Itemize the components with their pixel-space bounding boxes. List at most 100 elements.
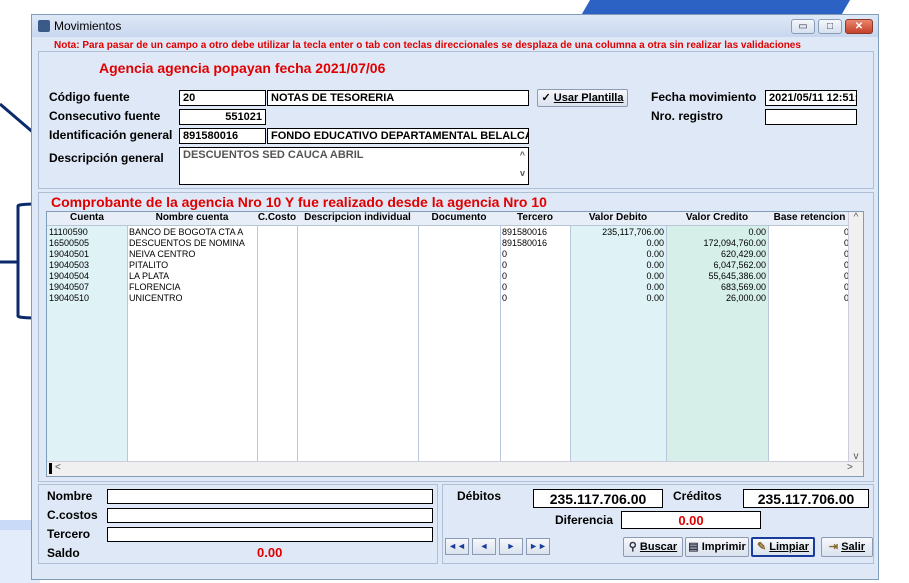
cell-valor-credito[interactable]: 55,645,386.00 [668, 271, 766, 282]
maximize-button[interactable]: □ [818, 19, 842, 34]
header-base-retencion[interactable]: Base retencion [768, 212, 851, 226]
cell-valor-credito[interactable]: 683,569.00 [668, 282, 766, 293]
cell-valor-credito[interactable]: 26,000.00 [668, 293, 766, 304]
nombre-field[interactable] [107, 489, 433, 504]
salir-button[interactable]: ⇥ Salir [821, 537, 873, 557]
cell-valor-credito[interactable]: 620,429.00 [668, 249, 766, 260]
header-valor-credito[interactable]: Valor Credito [666, 212, 768, 226]
cell-ccosto[interactable] [259, 260, 295, 271]
cell-documento[interactable] [420, 293, 498, 304]
cell-valor-debito[interactable]: 0.00 [572, 260, 664, 271]
cell-valor-credito[interactable]: 0.00 [668, 227, 766, 238]
cell-cuenta[interactable]: 19040507 [49, 282, 125, 293]
ccostos-field[interactable] [107, 508, 433, 523]
imprimir-button[interactable]: ▤ Imprimir [685, 537, 749, 557]
header-cuenta[interactable]: Cuenta [47, 212, 127, 226]
cell-descripcion[interactable] [299, 271, 416, 282]
table-row[interactable]: 19040504 LA PLATA 0 0.00 55,645,386.00 0 [47, 271, 851, 282]
cell-nombre-cuenta[interactable]: NEIVA CENTRO [129, 249, 255, 260]
cell-tercero[interactable]: 0 [502, 271, 568, 282]
header-nombre-cuenta[interactable]: Nombre cuenta [127, 212, 257, 226]
cell-base-retencion[interactable]: 0 [770, 293, 849, 304]
cell-tercero[interactable]: 0 [502, 282, 568, 293]
cell-documento[interactable] [420, 271, 498, 282]
header-valor-debito[interactable]: Valor Debito [570, 212, 666, 226]
usar-plantilla-button[interactable]: ✓ Usar Plantilla [537, 89, 628, 107]
cell-base-retencion[interactable]: 0 [770, 271, 849, 282]
cell-base-retencion[interactable]: 0 [770, 227, 849, 238]
cell-documento[interactable] [420, 282, 498, 293]
next-record-button[interactable]: ► [499, 538, 523, 555]
cell-valor-debito[interactable]: 235,117,706.00 [572, 227, 664, 238]
scroll-up-icon[interactable]: ^ [849, 212, 863, 223]
cell-base-retencion[interactable]: 0 [770, 282, 849, 293]
cell-cuenta[interactable]: 19040510 [49, 293, 125, 304]
cell-tercero[interactable]: 0 [502, 260, 568, 271]
title-bar[interactable]: Movimientos ▭ □ ✕ [32, 15, 878, 37]
cell-nombre-cuenta[interactable]: LA PLATA [129, 271, 255, 282]
cell-ccosto[interactable] [259, 293, 295, 304]
buscar-button[interactable]: ⚲ Buscar [623, 537, 683, 557]
cell-tercero[interactable]: 891580016 [502, 238, 568, 249]
cell-documento[interactable] [420, 238, 498, 249]
cell-documento[interactable] [420, 227, 498, 238]
cell-cuenta[interactable]: 19040501 [49, 249, 125, 260]
codigo-fuente-field[interactable]: 20 [179, 90, 266, 106]
cell-descripcion[interactable] [299, 293, 416, 304]
cell-nombre-cuenta[interactable]: DESCUENTOS DE NOMINA [129, 238, 255, 249]
cell-ccosto[interactable] [259, 282, 295, 293]
table-row[interactable]: 19040510 UNICENTRO 0 0.00 26,000.00 0 [47, 293, 851, 304]
scroll-right-icon[interactable]: > [847, 462, 853, 473]
header-documento[interactable]: Documento [418, 212, 500, 226]
previous-record-button[interactable]: ◄ [472, 538, 496, 555]
cell-ccosto[interactable] [259, 249, 295, 260]
cell-nombre-cuenta[interactable]: FLORENCIA [129, 282, 255, 293]
header-tercero[interactable]: Tercero [500, 212, 570, 226]
descripcion-general-field[interactable]: DESCUENTOS SED CAUCA ABRIL ^ v [179, 147, 529, 185]
cell-valor-credito[interactable]: 6,047,562.00 [668, 260, 766, 271]
cell-valor-credito[interactable]: 172,094,760.00 [668, 238, 766, 249]
cell-base-retencion[interactable]: 0 [770, 249, 849, 260]
last-record-button[interactable]: ►► [526, 538, 550, 555]
cell-nombre-cuenta[interactable]: BANCO DE BOGOTA CTA A [129, 227, 255, 238]
cell-base-retencion[interactable]: 0 [770, 260, 849, 271]
cell-ccosto[interactable] [259, 238, 295, 249]
consecutivo-fuente-field[interactable]: 551021 [179, 109, 266, 125]
cell-tercero[interactable]: 0 [502, 249, 568, 260]
table-row[interactable]: 19040507 FLORENCIA 0 0.00 683,569.00 0 [47, 282, 851, 293]
cell-valor-debito[interactable]: 0.00 [572, 293, 664, 304]
tercero-field[interactable] [107, 527, 433, 542]
grid-vertical-scrollbar[interactable]: ^ v [848, 212, 863, 462]
minimize-button[interactable]: ▭ [791, 19, 815, 34]
cell-valor-debito[interactable]: 0.00 [572, 271, 664, 282]
cell-cuenta[interactable]: 19040503 [49, 260, 125, 271]
cell-valor-debito[interactable]: 0.00 [572, 282, 664, 293]
cell-cuenta[interactable]: 16500505 [49, 238, 125, 249]
cell-descripcion[interactable] [299, 249, 416, 260]
table-row[interactable]: 11100590 BANCO DE BOGOTA CTA A 891580016 23… [47, 227, 851, 238]
cell-descripcion[interactable] [299, 282, 416, 293]
header-descripcion-individual[interactable]: Descripcion individual [297, 212, 418, 226]
limpiar-button[interactable]: ✎ Limpiar [751, 537, 815, 557]
scroll-thumb[interactable] [49, 463, 52, 474]
nro-registro-field[interactable] [765, 109, 857, 125]
scroll-up-icon[interactable]: ^ [520, 150, 525, 160]
identificacion-field[interactable]: 891580016 [179, 128, 266, 144]
cell-documento[interactable] [420, 260, 498, 271]
cell-tercero[interactable]: 0 [502, 293, 568, 304]
cell-cuenta[interactable]: 11100590 [49, 227, 125, 238]
cell-tercero[interactable]: 891580016 [502, 227, 568, 238]
grid-horizontal-scrollbar[interactable]: < > [47, 461, 863, 476]
first-record-button[interactable]: ◄◄ [445, 538, 469, 555]
scroll-left-icon[interactable]: < [55, 462, 61, 473]
cell-documento[interactable] [420, 249, 498, 260]
cell-base-retencion[interactable]: 0 [770, 238, 849, 249]
scroll-down-icon[interactable]: v [520, 168, 525, 178]
cell-nombre-cuenta[interactable]: UNICENTRO [129, 293, 255, 304]
cell-valor-debito[interactable]: 0.00 [572, 249, 664, 260]
close-button[interactable]: ✕ [845, 19, 873, 34]
table-row[interactable]: 16500505 DESCUENTOS DE NOMINA 891580016 0.0… [47, 238, 851, 249]
cell-nombre-cuenta[interactable]: PITALITO [129, 260, 255, 271]
table-row[interactable]: 19040501 NEIVA CENTRO 0 0.00 620,429.00 0 [47, 249, 851, 260]
table-row[interactable]: 19040503 PITALITO 0 0.00 6,047,562.00 0 [47, 260, 851, 271]
